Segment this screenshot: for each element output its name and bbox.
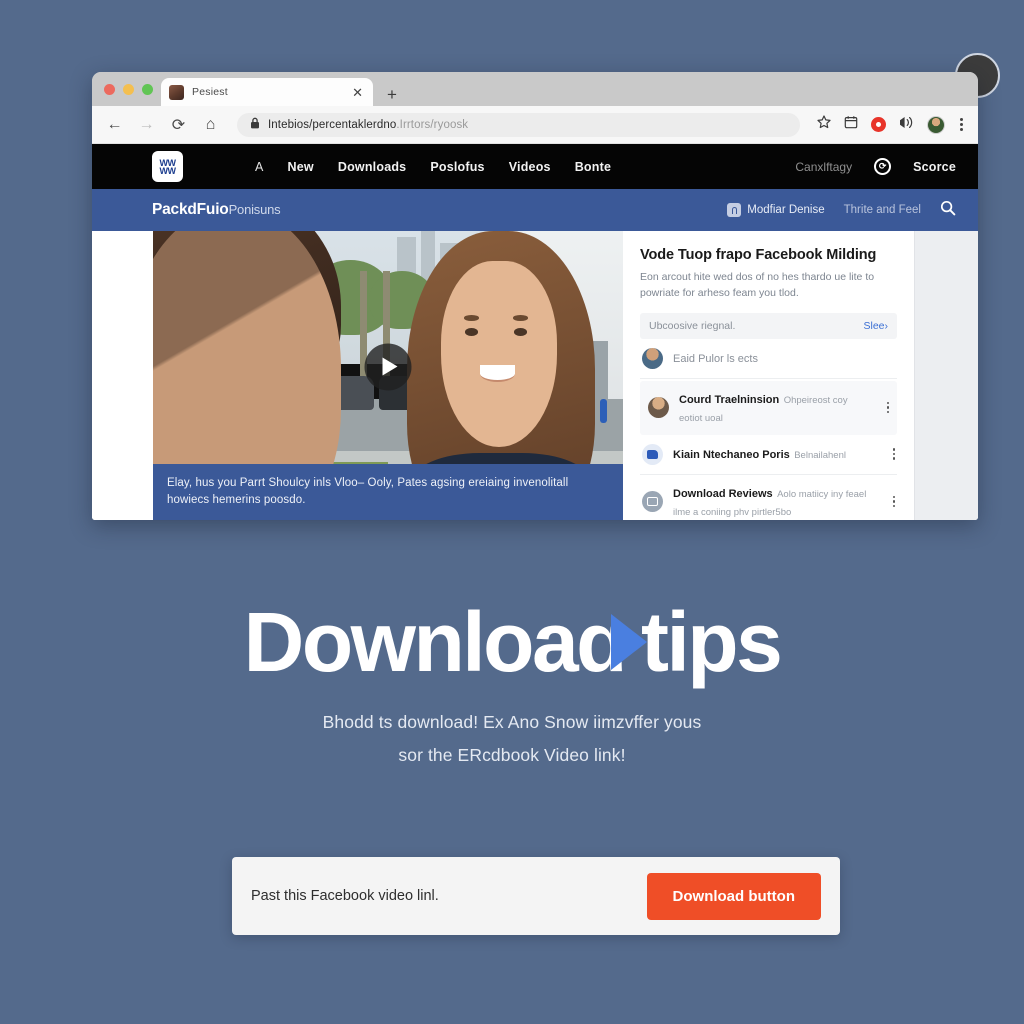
list-item[interactable]: Download Reviews Aolo matiicy iny feael … bbox=[640, 475, 897, 520]
content-right-gutter bbox=[914, 231, 978, 520]
site-nav-item-a[interactable]: A bbox=[255, 160, 264, 174]
page-title-part2: tips bbox=[640, 595, 783, 689]
hero-subtitle-line2: sor the ERcdbook Video link! bbox=[398, 745, 626, 766]
home-icon[interactable]: ⌂ bbox=[201, 115, 220, 134]
video-caption-text: Elay, hus you Parrt Shoulcy inls Vloo– O… bbox=[167, 477, 569, 506]
play-button[interactable] bbox=[364, 343, 412, 391]
browser-tab-strip: Pesiest ✕ + bbox=[92, 72, 978, 106]
record-icon[interactable] bbox=[871, 117, 886, 132]
site-nav-right: Canxlftagy ⟳ Scorce bbox=[795, 158, 956, 175]
site-nav-links: A New Downloads Poslofus Videos Bonte bbox=[255, 160, 611, 174]
site-nav-item-downloads[interactable]: Downloads bbox=[338, 160, 406, 174]
lock-icon bbox=[250, 116, 260, 134]
side-panel: Vode Tuop frapo Facebook Milding Eon arc… bbox=[623, 231, 914, 520]
new-tab-button[interactable]: + bbox=[387, 86, 397, 103]
list-item-menu-icon[interactable] bbox=[887, 448, 895, 460]
panel-title: Vode Tuop frapo Facebook Milding bbox=[640, 247, 877, 263]
hero-subtitle: Bhodd ts download! Ex Ano Snow iimzvffer… bbox=[0, 706, 1024, 773]
reload-icon[interactable]: ⟳ bbox=[169, 115, 188, 134]
user-avatar bbox=[648, 397, 669, 419]
cast-icon[interactable] bbox=[899, 116, 914, 134]
page-title-part1: Downloaɑ bbox=[243, 595, 628, 689]
facebook-bar-right: Modfiar Denise Thrite and Feel bbox=[727, 200, 956, 221]
video-caption: Elay, hus you Parrt Shoulcy inls Vloo– O… bbox=[153, 464, 623, 520]
close-tab-icon[interactable]: ✕ bbox=[350, 86, 365, 99]
tab-favicon bbox=[169, 84, 184, 100]
hero-section: Downloaɑ tips Bhodd ts download! Ex Ano … bbox=[0, 600, 1024, 773]
panel-note-action[interactable]: Slee› bbox=[863, 320, 888, 332]
list-item-title: Eaid Pulor ls ects bbox=[673, 353, 758, 366]
list-item-title: Kiain Ntechaneo Poris bbox=[673, 449, 790, 462]
download-bar: Download button bbox=[232, 857, 840, 935]
refresh-circle-icon[interactable]: ⟳ bbox=[874, 158, 892, 175]
video-link-input[interactable] bbox=[251, 888, 647, 904]
facebook-bar: PackdFuioPonisuns Modfiar Denise Thrite … bbox=[92, 189, 978, 231]
back-icon[interactable]: ← bbox=[105, 115, 124, 134]
folder-icon bbox=[642, 443, 663, 465]
minimize-window-button[interactable] bbox=[123, 83, 134, 95]
page-title: Downloaɑ tips bbox=[0, 600, 1024, 684]
site-nav-item-videos[interactable]: Videos bbox=[509, 160, 551, 174]
site-logo-mark: WW WW bbox=[159, 157, 177, 176]
site-logo[interactable]: WW WW bbox=[152, 151, 183, 182]
site-nav-dim-label[interactable]: Canxlftagy bbox=[795, 160, 852, 174]
hero-subtitle-line1: Bhodd ts download! Ex Ano Snow iimzvffer… bbox=[322, 712, 702, 732]
list-item-menu-icon[interactable] bbox=[887, 495, 895, 508]
list-item-title: Courd Traelninsion bbox=[679, 393, 780, 406]
toolbar-icons bbox=[817, 115, 965, 134]
facebook-bar-item-thrite[interactable]: Thrite and Feel bbox=[844, 204, 921, 216]
site-navbar: WW WW A New Downloads Poslofus Videos Bon… bbox=[92, 144, 978, 189]
search-icon[interactable] bbox=[940, 200, 956, 221]
calendar-icon[interactable] bbox=[844, 115, 858, 134]
site-nav-item-bonte[interactable]: Bonte bbox=[575, 160, 611, 174]
user-avatar bbox=[642, 347, 663, 369]
site-nav-item-poslofus[interactable]: Poslofus bbox=[430, 160, 484, 174]
star-icon[interactable] bbox=[817, 115, 831, 134]
content-left-gutter bbox=[92, 231, 153, 520]
video-player[interactable]: Elay, hus you Parrt Shoulcy inls Vloo– O… bbox=[153, 231, 623, 520]
browser-window: Pesiest ✕ + ← → ⟳ ⌂ Intebios/percentakle… bbox=[92, 72, 978, 520]
close-window-button[interactable] bbox=[104, 83, 115, 95]
address-bar-url: Intebios/percentaklerdno.Irrtors/ryoosk bbox=[268, 118, 469, 131]
panel-note: Ubcoosive riegnal. Slee› bbox=[640, 312, 897, 339]
panel-subtitle: Eon arcout hite wed dos of no hes thardo… bbox=[640, 271, 875, 300]
panel-note-text: Ubcoosive riegnal. bbox=[649, 319, 736, 332]
facebook-bar-item-locked[interactable]: Modfiar Denise bbox=[727, 203, 825, 217]
list-item-subtitle: Belnailahenl bbox=[794, 450, 846, 462]
window-controls bbox=[102, 72, 161, 106]
page-content: Elay, hus you Parrt Shoulcy inls Vloo– O… bbox=[92, 231, 978, 520]
address-bar[interactable]: Intebios/percentaklerdno.Irrtors/ryoosk bbox=[237, 112, 800, 137]
site-nav-item-score[interactable]: Scorce bbox=[913, 160, 956, 174]
site-nav-item-new[interactable]: New bbox=[288, 160, 314, 174]
monitor-icon bbox=[642, 491, 663, 513]
browser-tab[interactable]: Pesiest ✕ bbox=[161, 78, 373, 106]
forward-icon[interactable]: → bbox=[137, 115, 156, 134]
download-button[interactable]: Download button bbox=[646, 872, 821, 920]
facebook-bar-item-label: Modfiar Denise bbox=[747, 204, 825, 216]
list-item[interactable]: Eaid Pulor ls ects bbox=[640, 339, 897, 379]
browser-menu-icon[interactable] bbox=[958, 118, 965, 131]
maximize-window-button[interactable] bbox=[142, 83, 153, 95]
profile-avatar[interactable] bbox=[927, 115, 945, 134]
list-item-title: Download Reviews bbox=[673, 487, 773, 500]
list-item-menu-icon[interactable] bbox=[881, 401, 889, 414]
browser-toolbar: ← → ⟳ ⌂ Intebios/percentaklerdno.Irrtors… bbox=[92, 106, 978, 144]
facebook-brand: PackdFuioPonisuns bbox=[152, 201, 281, 218]
list-item[interactable]: Kiain Ntechaneo Poris Belnailahenl bbox=[640, 435, 897, 475]
lock-badge-icon bbox=[727, 203, 742, 217]
list-item[interactable]: Courd Traelninsion Ohpeireost coy eotiot… bbox=[640, 380, 897, 435]
tab-title: Pesiest bbox=[192, 86, 228, 98]
